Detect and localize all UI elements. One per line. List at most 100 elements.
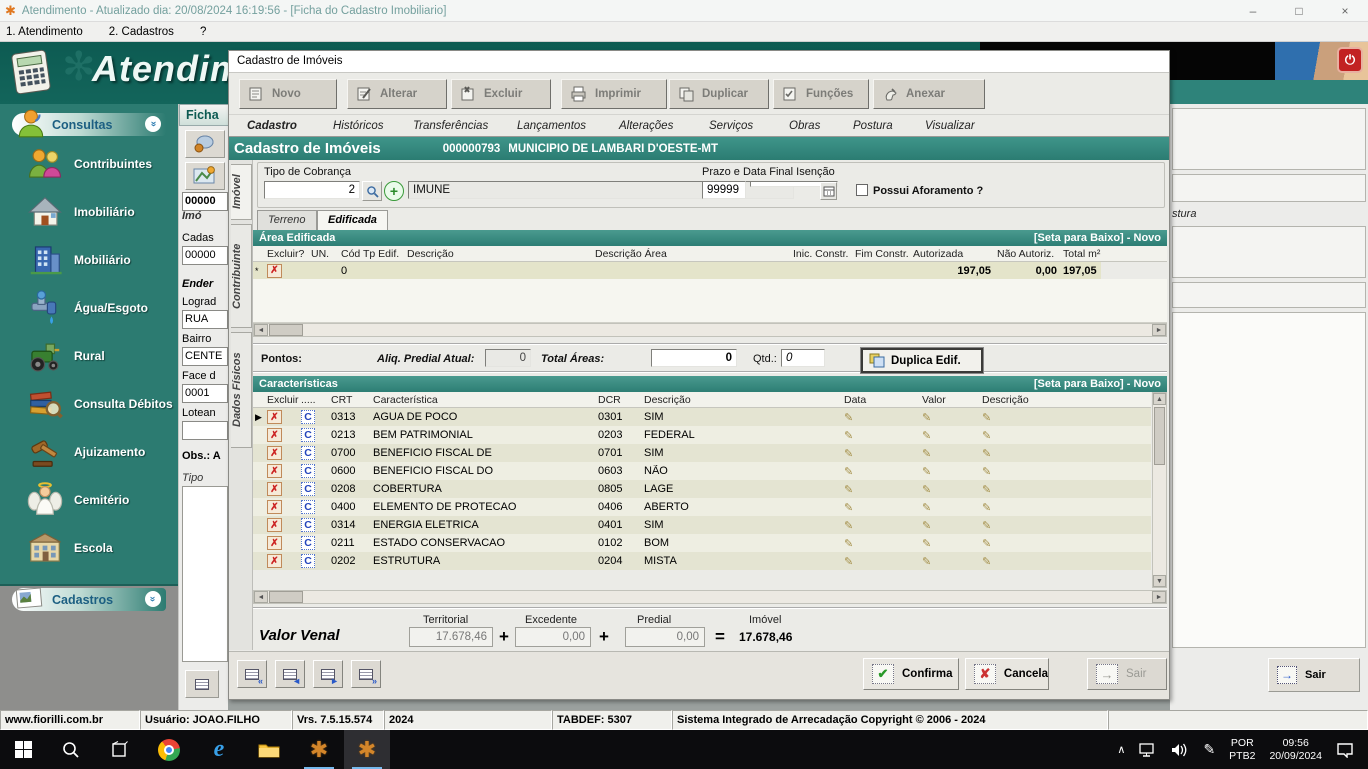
prazo-field[interactable]: 99999 xyxy=(702,181,746,199)
scroll-left-icon[interactable]: ◄ xyxy=(254,324,268,336)
cobranca-add-button[interactable]: + xyxy=(384,181,404,201)
data-attach-icon[interactable]: ✎ xyxy=(844,448,853,460)
scroll-thumb[interactable] xyxy=(269,324,303,336)
sidebar-item-rural[interactable]: Rural xyxy=(0,332,178,380)
sidebar-item-contribuintes[interactable]: Contribuintes xyxy=(0,140,178,188)
network-icon[interactable] xyxy=(1139,743,1157,757)
chrome-button[interactable] xyxy=(146,730,192,769)
cadastro-field[interactable]: 00000 xyxy=(182,246,228,265)
tab-obras[interactable]: Obras xyxy=(777,117,840,137)
data-attach-icon[interactable]: ✎ xyxy=(844,412,853,424)
descricao-attach-icon[interactable]: ✎ xyxy=(982,448,991,460)
characteristic-icon[interactable]: C xyxy=(301,554,315,568)
maximize-button[interactable]: □ xyxy=(1276,0,1322,22)
app-window-2-button[interactable]: ✱ xyxy=(344,730,390,769)
cobranca-search-button[interactable] xyxy=(362,181,382,201)
area-hscrollbar[interactable]: ◄ ► xyxy=(253,323,1167,337)
scroll-down-icon[interactable]: ▼ xyxy=(1153,575,1166,587)
menu-help[interactable]: ? xyxy=(200,26,206,38)
total-areas-field[interactable]: 0 xyxy=(651,349,737,367)
delete-row-icon[interactable]: ✗ xyxy=(267,410,282,424)
sidebar-item-agua-esgoto[interactable]: Água/Esgoto xyxy=(0,284,178,332)
anexar-button[interactable]: Anexar xyxy=(873,79,985,109)
valor-attach-icon[interactable]: ✎ xyxy=(922,448,931,460)
valor-attach-icon[interactable]: ✎ xyxy=(922,520,931,532)
valor-attach-icon[interactable]: ✎ xyxy=(922,430,931,442)
scroll-left-icon[interactable]: ◄ xyxy=(254,591,268,603)
characteristic-icon[interactable]: C xyxy=(301,428,315,442)
confirma-button[interactable]: ✔ Confirma xyxy=(863,658,959,690)
delete-row-icon[interactable]: ✗ xyxy=(267,428,282,442)
obs-list[interactable] xyxy=(182,486,228,662)
search-record-button[interactable] xyxy=(185,130,225,158)
delete-row-icon[interactable]: ✗ xyxy=(267,500,282,514)
sidebar-item-cemiterio[interactable]: Cemitério xyxy=(0,476,178,524)
descricao-attach-icon[interactable]: ✎ xyxy=(982,556,991,568)
bg-nav-button[interactable] xyxy=(185,670,219,698)
scroll-right-icon[interactable]: ► xyxy=(1152,324,1166,336)
delete-row-icon[interactable]: ✗ xyxy=(267,264,282,278)
bairro-field[interactable]: CENTE xyxy=(182,347,228,366)
duplicar-button[interactable]: Duplicar xyxy=(669,79,769,109)
tab-postura-bg[interactable]: stura xyxy=(1172,208,1196,220)
pen-tray-icon[interactable]: ✎ xyxy=(1203,741,1215,758)
descricao-attach-icon[interactable]: ✎ xyxy=(982,466,991,478)
sidebar-section-consultas[interactable]: Consultas « xyxy=(12,113,166,136)
logradouro-field[interactable]: RUA xyxy=(182,310,228,329)
valor-attach-icon[interactable]: ✎ xyxy=(922,538,931,550)
clock[interactable]: 09:56 20/09/2024 xyxy=(1269,737,1322,763)
alterar-button[interactable]: Alterar xyxy=(347,79,447,109)
tab-imovel-bg[interactable]: Imó xyxy=(182,210,202,222)
funcoes-button[interactable]: Funções xyxy=(773,79,869,109)
data-attach-icon[interactable]: ✎ xyxy=(844,484,853,496)
data-attach-icon[interactable]: ✎ xyxy=(844,430,853,442)
data-attach-icon[interactable]: ✎ xyxy=(844,556,853,568)
map-button[interactable] xyxy=(185,162,225,190)
valor-attach-icon[interactable]: ✎ xyxy=(922,556,931,568)
scroll-up-icon[interactable]: ▲ xyxy=(1153,393,1166,405)
data-attach-icon[interactable]: ✎ xyxy=(844,466,853,478)
characteristic-icon[interactable]: C xyxy=(301,536,315,550)
table-row[interactable]: ✗ C 0211 ESTADO CONSERVACAO 0102 BOM ✎ ✎… xyxy=(253,534,1151,552)
aliq-field[interactable]: 0 xyxy=(485,349,531,367)
tab-cadastro[interactable]: Cadastro xyxy=(235,117,317,137)
task-view-button[interactable] xyxy=(96,730,142,769)
tab-ficha[interactable]: Ficha xyxy=(179,104,228,126)
sidebar-item-imobiliario[interactable]: Imobiliário xyxy=(0,188,178,236)
delete-row-icon[interactable]: ✗ xyxy=(267,482,282,496)
scroll-right-icon[interactable]: ► xyxy=(1152,591,1166,603)
cancela-button[interactable]: ✘ Cancela xyxy=(965,658,1049,690)
face-field[interactable]: 0001 xyxy=(182,384,228,403)
app-window-1-button[interactable]: ✱ xyxy=(296,730,342,769)
chevron-down-icon[interactable]: » xyxy=(145,591,161,607)
nav-first-button[interactable]: « xyxy=(237,660,267,688)
sidebar-item-escola[interactable]: Escola xyxy=(0,524,178,572)
characteristic-icon[interactable]: C xyxy=(301,500,315,514)
start-button[interactable] xyxy=(0,730,46,769)
taskbar-search-button[interactable] xyxy=(48,730,94,769)
aforamento-checkbox[interactable] xyxy=(856,184,868,196)
notification-icon[interactable] xyxy=(1336,742,1354,758)
speaker-icon[interactable] xyxy=(1171,743,1189,757)
side-tab-contribuinte[interactable]: Contribuinte xyxy=(231,224,252,328)
tab-visualizar[interactable]: Visualizar xyxy=(913,117,995,137)
table-row[interactable]: ✗ C 0400 ELEMENTO DE PROTECAO 0406 ABERT… xyxy=(253,498,1151,516)
table-row[interactable]: ✗ C 0202 ESTRUTURA 0204 MISTA ✎ ✎ ✎ xyxy=(253,552,1151,570)
valor-attach-icon[interactable]: ✎ xyxy=(922,484,931,496)
characteristic-icon[interactable]: C xyxy=(301,482,315,496)
table-row[interactable]: ✗ C 0314 ENERGIA ELETRICA 0401 SIM ✎ ✎ ✎ xyxy=(253,516,1151,534)
power-button[interactable]: ⏻ xyxy=(1337,47,1363,73)
delete-row-icon[interactable]: ✗ xyxy=(267,536,282,550)
novo-button[interactable]: Novo xyxy=(239,79,337,109)
delete-row-icon[interactable]: ✗ xyxy=(267,554,282,568)
duplica-edif-button[interactable]: Duplica Edif. xyxy=(861,348,983,373)
scroll-thumb[interactable] xyxy=(269,591,303,603)
language-indicator[interactable]: POR PTB2 xyxy=(1229,737,1255,763)
table-row[interactable]: ✗ C 0700 BENEFICIO FISCAL DE 0701 SIM ✎ … xyxy=(253,444,1151,462)
valor-attach-icon[interactable]: ✎ xyxy=(922,466,931,478)
close-button[interactable]: × xyxy=(1322,0,1368,22)
tray-chevron-icon[interactable]: ∧ xyxy=(1117,743,1125,756)
calendar-button[interactable] xyxy=(820,182,837,200)
tab-historicos[interactable]: Históricos xyxy=(321,117,403,137)
valor-attach-icon[interactable]: ✎ xyxy=(922,502,931,514)
